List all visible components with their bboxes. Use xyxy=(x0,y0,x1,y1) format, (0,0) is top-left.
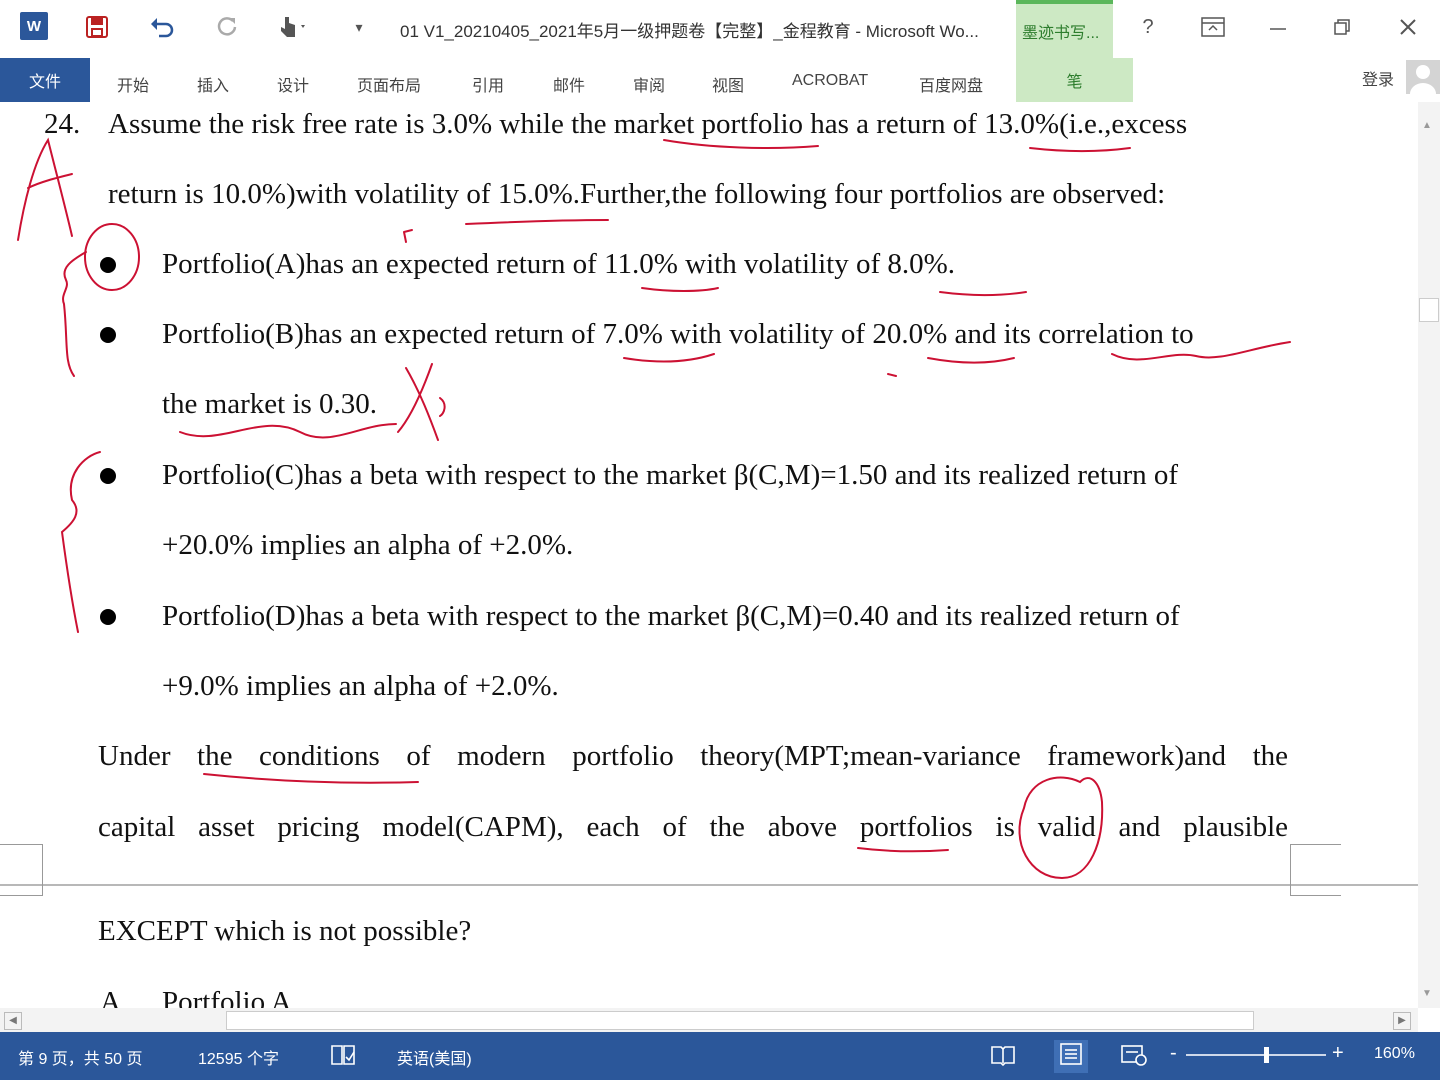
bullet-c xyxy=(100,468,116,484)
scroll-up-arrow-icon[interactable]: ▲ xyxy=(1422,120,1432,131)
web-layout-icon[interactable] xyxy=(1120,1043,1148,1072)
tab-acrobat[interactable]: ACROBAT xyxy=(792,72,868,90)
save-icon[interactable] xyxy=(80,10,114,44)
zoom-slider-thumb[interactable] xyxy=(1264,1047,1269,1063)
question-number: 24. xyxy=(44,108,81,140)
ink-underline-11pct xyxy=(641,287,719,292)
scroll-down-arrow-icon[interactable]: ▼ xyxy=(1422,988,1432,999)
ink-underline-market-portfolio xyxy=(663,139,819,149)
window-title: 01 V1_20210405_2021年5月一级押题卷【完整】_金程教育 - M… xyxy=(400,22,979,41)
tab-mailings[interactable]: 邮件 xyxy=(553,72,585,96)
redo-icon[interactable] xyxy=(210,10,244,44)
bullet-b xyxy=(100,327,116,343)
ink-underline-13pct xyxy=(1029,147,1131,152)
tab-baidu-netdisk[interactable]: 百度网盘 xyxy=(919,72,983,96)
bullet-d xyxy=(100,609,116,625)
tab-pen[interactable]: 笔 xyxy=(1016,58,1133,102)
page-corner-marker-right xyxy=(1290,844,1341,896)
tab-references[interactable]: 引用 xyxy=(472,72,504,96)
read-mode-icon[interactable] xyxy=(990,1043,1016,1072)
portfolio-d-line-1: Portfolio(D)has a beta with respect to t… xyxy=(162,600,1180,632)
ink-x-mark xyxy=(397,363,446,441)
ink-underline-20pct xyxy=(927,357,1015,364)
ink-underline-7pct xyxy=(623,353,715,363)
ribbon-display-options-icon[interactable] xyxy=(1193,10,1233,44)
word-app-icon[interactable]: W xyxy=(20,12,48,40)
ink-tick-a xyxy=(403,229,413,243)
title-bar: W ▾ 01 V1_20210405_2021年5月一级押题卷【完整】_金程教育… xyxy=(0,0,1440,58)
page-break xyxy=(0,884,1418,886)
undo-icon[interactable] xyxy=(145,10,179,44)
scroll-left-arrow-icon[interactable]: ◀ xyxy=(4,1012,22,1030)
portfolio-c-line-1: Portfolio(C)has a beta with respect to t… xyxy=(162,459,1179,491)
tab-review[interactable]: 审阅 xyxy=(633,72,665,96)
tab-home[interactable]: 开始 xyxy=(117,72,149,96)
language-indicator[interactable]: 英语(美国) xyxy=(397,1045,472,1069)
portfolio-a-line-1: Portfolio(A)has an expected return of 11… xyxy=(162,248,956,280)
status-bar: 第 9 页，共 50 页 12595 个字 英语(美国) - + 160% xyxy=(0,1032,1440,1080)
ink-bracket-ab xyxy=(62,251,87,377)
tab-design[interactable]: 设计 xyxy=(277,72,309,96)
help-button[interactable]: ? xyxy=(1128,10,1168,44)
tab-view[interactable]: 视图 xyxy=(712,72,744,96)
zoom-in-button[interactable]: + xyxy=(1332,1042,1344,1065)
portfolio-d-line-2: +9.0% implies an alpha of +2.0%. xyxy=(162,670,559,702)
tab-insert[interactable]: 插入 xyxy=(197,72,229,96)
portfolio-c-line-2: +20.0% implies an alpha of +2.0%. xyxy=(162,529,574,561)
question-line-2: return is 10.0%)with volatility of 15.0%… xyxy=(108,178,1166,210)
horizontal-scrollbar[interactable]: ◀ ▶ xyxy=(0,1008,1418,1032)
ink-dot-b xyxy=(887,373,897,377)
scroll-right-arrow-icon[interactable]: ▶ xyxy=(1393,1012,1411,1030)
close-icon[interactable] xyxy=(1388,10,1428,44)
ink-tools-contextual-tab[interactable]: 墨迹书写... xyxy=(1016,0,1113,58)
user-avatar-icon[interactable] xyxy=(1406,60,1440,94)
vertical-scroll-thumb[interactable] xyxy=(1419,298,1439,322)
bullet-a xyxy=(100,257,116,273)
ink-underline-15pct xyxy=(465,219,609,225)
portfolio-b-line-1: Portfolio(B)has an expected return of 7.… xyxy=(162,318,1194,350)
ink-letter-a xyxy=(17,137,73,241)
print-layout-icon[interactable] xyxy=(1054,1040,1088,1073)
zoom-slider-track[interactable] xyxy=(1186,1054,1326,1056)
question-line-1: Assume the risk free rate is 3.0% while … xyxy=(108,108,1188,140)
ink-underline-8pct xyxy=(939,291,1027,296)
page-corner-marker-left xyxy=(0,844,43,896)
ink-circle-bullet-a xyxy=(84,223,140,291)
zoom-level[interactable]: 160% xyxy=(1374,1045,1415,1063)
ink-brace-cd xyxy=(60,451,101,633)
conditions-line-1: Under the conditions of modern portfolio… xyxy=(98,740,1288,772)
zoom-out-button[interactable]: - xyxy=(1170,1042,1177,1065)
word-count[interactable]: 12595 个字 xyxy=(198,1045,279,1069)
minimize-icon[interactable] xyxy=(1258,10,1298,44)
touch-mode-icon[interactable] xyxy=(275,10,309,44)
ink-underline-conditions xyxy=(203,773,419,784)
ink-underline-portfolios xyxy=(857,847,949,853)
option-a-letter: A xyxy=(100,986,121,1008)
customize-toolbar-icon[interactable]: ▾ xyxy=(342,10,376,44)
conditions-line-3: EXCEPT which is not possible? xyxy=(98,915,472,947)
ink-tools-label: 墨迹书写... xyxy=(1022,25,1100,42)
document-page[interactable]: 24. Assume the risk free rate is 3.0% wh… xyxy=(0,102,1418,1008)
ink-underline-market-is-030 xyxy=(179,423,397,439)
restore-icon[interactable] xyxy=(1322,10,1362,44)
horizontal-scroll-thumb[interactable] xyxy=(226,1011,1254,1030)
option-a-text: Portfolio A xyxy=(162,986,292,1008)
page-count[interactable]: 第 9 页，共 50 页 xyxy=(18,1045,142,1069)
sign-in-link[interactable]: 登录 xyxy=(1362,66,1394,90)
portfolio-b-line-2: the market is 0.30. xyxy=(162,388,378,420)
proofing-icon[interactable] xyxy=(330,1043,356,1072)
vertical-scrollbar[interactable]: ▲ ▼ xyxy=(1418,102,1440,1008)
tab-page-layout[interactable]: 页面布局 xyxy=(357,72,421,96)
conditions-line-2: capital asset pricing model(CAPM), each … xyxy=(98,811,1288,843)
tab-file[interactable]: 文件 xyxy=(0,58,90,102)
